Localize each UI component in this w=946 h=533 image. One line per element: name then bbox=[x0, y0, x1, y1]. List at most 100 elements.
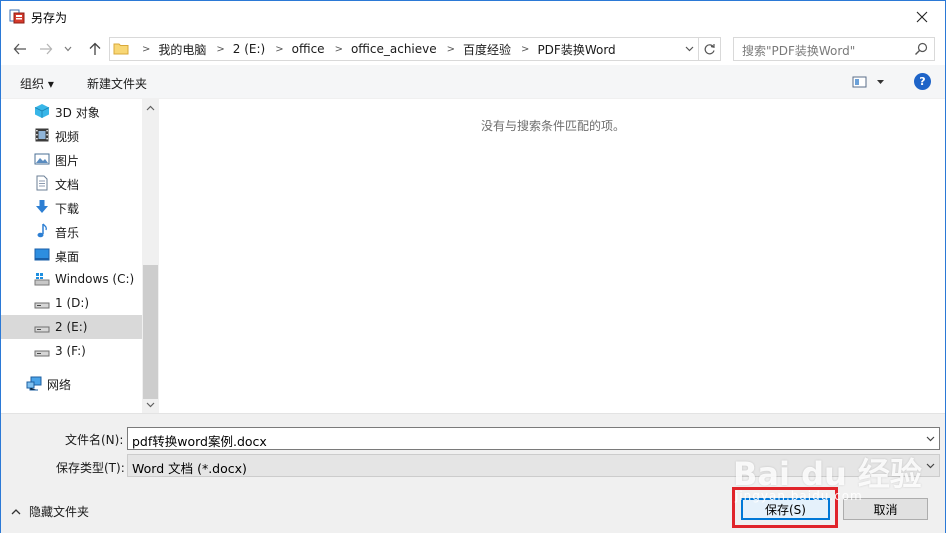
sidebar-item-downloads[interactable]: 下载 bbox=[1, 195, 142, 219]
hide-folders-label: 隐藏文件夹 bbox=[29, 505, 90, 519]
sidebar-item-desktop[interactable]: 桌面 bbox=[1, 243, 142, 267]
close-icon bbox=[916, 11, 928, 22]
refresh-icon bbox=[704, 43, 715, 54]
folder-icon bbox=[113, 43, 129, 55]
chevron-right-icon: > bbox=[446, 43, 456, 55]
windows-drive-icon bbox=[34, 273, 50, 286]
sidebar-item-label: 1 (D:) bbox=[55, 296, 90, 310]
sidebar-item-drive-f[interactable]: 3 (F:) bbox=[1, 339, 142, 363]
network-icon bbox=[26, 376, 42, 391]
breadcrumb-item[interactable]: 2 (E:) bbox=[233, 42, 265, 56]
breadcrumb: > 我的电脑 > 2 (E:) > office > office_achiev… bbox=[132, 38, 616, 60]
chevron-right-icon: > bbox=[275, 43, 284, 55]
chevron-up-icon bbox=[11, 509, 21, 515]
new-folder-button[interactable]: 新建文件夹 bbox=[87, 75, 147, 92]
organize-menu[interactable]: 组织 ▾ bbox=[20, 75, 54, 92]
sidebar-item-label: 文档 bbox=[55, 178, 80, 192]
chevron-right-icon: > bbox=[216, 43, 225, 55]
drive-icon bbox=[34, 350, 50, 357]
arrow-up-icon bbox=[89, 42, 101, 55]
sidebar-item-label: 下载 bbox=[55, 202, 80, 216]
filetype-dropdown-button[interactable] bbox=[921, 455, 939, 476]
scroll-up-button[interactable] bbox=[142, 99, 159, 116]
chevron-down-icon bbox=[685, 46, 693, 52]
sidebar-item-label: 网络 bbox=[47, 378, 72, 392]
filename-value: pdf转换word案例.docx bbox=[132, 434, 267, 449]
back-button[interactable] bbox=[9, 38, 31, 60]
document-icon bbox=[36, 175, 48, 191]
save-dialog-icon bbox=[9, 9, 25, 24]
filename-field[interactable]: pdf转换word案例.docx bbox=[127, 427, 940, 450]
filetype-value: Word 文档 (*.docx) bbox=[132, 461, 247, 476]
chevron-right-icon: > bbox=[521, 43, 530, 55]
search-input[interactable]: 搜索"PDF装换Word" bbox=[733, 37, 935, 61]
address-dropdown-button[interactable] bbox=[680, 38, 698, 60]
video-icon bbox=[35, 128, 49, 142]
filetype-label: 保存类型(T): bbox=[56, 461, 125, 475]
refresh-button[interactable] bbox=[699, 37, 721, 61]
navigation-row: > 我的电脑 > 2 (E:) > office > office_achiev… bbox=[1, 34, 945, 64]
sidebar-item-windows-c[interactable]: Windows (C:) bbox=[1, 267, 142, 291]
sidebar-item-videos[interactable]: 视频 bbox=[1, 123, 142, 147]
filename-dropdown-button[interactable] bbox=[921, 428, 939, 449]
forward-button[interactable] bbox=[35, 38, 57, 60]
sidebar-item-documents[interactable]: 文档 bbox=[1, 171, 142, 195]
change-view-button[interactable] bbox=[851, 74, 891, 90]
breadcrumb-item[interactable]: office_achieve bbox=[351, 42, 437, 56]
sidebar-item-label: 视频 bbox=[55, 130, 80, 144]
breadcrumb-item[interactable]: 我的电脑 bbox=[158, 41, 206, 58]
search-icon bbox=[915, 42, 928, 55]
hide-folders-toggle[interactable]: 隐藏文件夹 bbox=[11, 503, 89, 520]
sidebar-item-pictures[interactable]: 图片 bbox=[1, 147, 142, 171]
sidebar-item-label: Windows (C:) bbox=[55, 272, 135, 286]
sidebar-item-drive-e[interactable]: 2 (E:) bbox=[1, 315, 142, 339]
sidebar-item-3d-objects[interactable]: 3D 对象 bbox=[1, 99, 142, 123]
sidebar-item-label: 桌面 bbox=[55, 250, 80, 264]
dialog-title: 另存为 bbox=[31, 11, 68, 25]
scrollbar-thumb[interactable] bbox=[143, 265, 158, 399]
music-icon bbox=[37, 223, 47, 238]
sidebar-item-label: 音乐 bbox=[55, 226, 80, 240]
sidebar-item-label: 3D 对象 bbox=[55, 106, 100, 120]
title-bar: 另存为 bbox=[1, 1, 945, 32]
save-as-dialog: 另存为 > 我的电脑 > 2 (E:) > office > office_ac… bbox=[0, 0, 946, 533]
address-bar[interactable]: > 我的电脑 > 2 (E:) > office > office_achiev… bbox=[109, 37, 699, 61]
desktop-icon bbox=[34, 248, 50, 261]
empty-results-message: 没有与搜索条件匹配的项。 bbox=[480, 119, 625, 133]
drive-icon bbox=[34, 326, 50, 333]
sidebar-item-label: 2 (E:) bbox=[55, 320, 88, 334]
navigation-scrollbar[interactable] bbox=[142, 99, 159, 413]
breadcrumb-item[interactable]: PDF装换Word bbox=[537, 41, 615, 58]
cube-icon bbox=[34, 104, 50, 118]
sidebar-item-music[interactable]: 音乐 bbox=[1, 219, 142, 243]
chevron-down-icon bbox=[146, 402, 155, 407]
sidebar-item-drive-d[interactable]: 1 (D:) bbox=[1, 291, 142, 315]
sidebar-item-label: 图片 bbox=[55, 154, 80, 168]
sidebar-item-network[interactable]: 网络 bbox=[1, 371, 142, 395]
pictures-icon bbox=[34, 153, 50, 165]
close-button[interactable] bbox=[899, 1, 945, 32]
chevron-right-icon: > bbox=[334, 43, 343, 55]
arrow-left-icon bbox=[13, 43, 26, 55]
help-button[interactable]: ? bbox=[914, 73, 931, 90]
scroll-down-button[interactable] bbox=[142, 396, 159, 413]
drive-icon bbox=[34, 302, 50, 309]
chevron-down-icon bbox=[926, 463, 934, 468]
command-bar: 组织 ▾ 新建文件夹 ? bbox=[1, 65, 945, 99]
breadcrumb-item[interactable]: office bbox=[292, 42, 325, 56]
view-options-icon bbox=[852, 76, 884, 88]
recent-locations-button[interactable] bbox=[61, 38, 75, 60]
download-icon bbox=[36, 200, 48, 213]
arrow-right-icon bbox=[40, 43, 53, 55]
up-button[interactable] bbox=[84, 38, 106, 60]
filename-label: 文件名(N): bbox=[65, 433, 124, 447]
sidebar-item-label: 3 (F:) bbox=[55, 344, 86, 358]
watermark-url: jingyan.baidu.com bbox=[735, 489, 863, 503]
baidu-jingyan-watermark: Bai du 经验 jingyan.baidu.com bbox=[733, 449, 922, 509]
navigation-pane: 3D 对象 视频 图片 文档 下载 音乐 桌面 Windows (C:) 1 (… bbox=[1, 99, 159, 413]
chevron-down-icon bbox=[64, 46, 72, 52]
chevron-down-icon bbox=[926, 436, 934, 441]
chevron-right-icon: > bbox=[142, 43, 151, 55]
file-list[interactable]: 没有与搜索条件匹配的项。 bbox=[161, 99, 945, 413]
breadcrumb-item[interactable]: 百度经验 bbox=[463, 41, 511, 58]
